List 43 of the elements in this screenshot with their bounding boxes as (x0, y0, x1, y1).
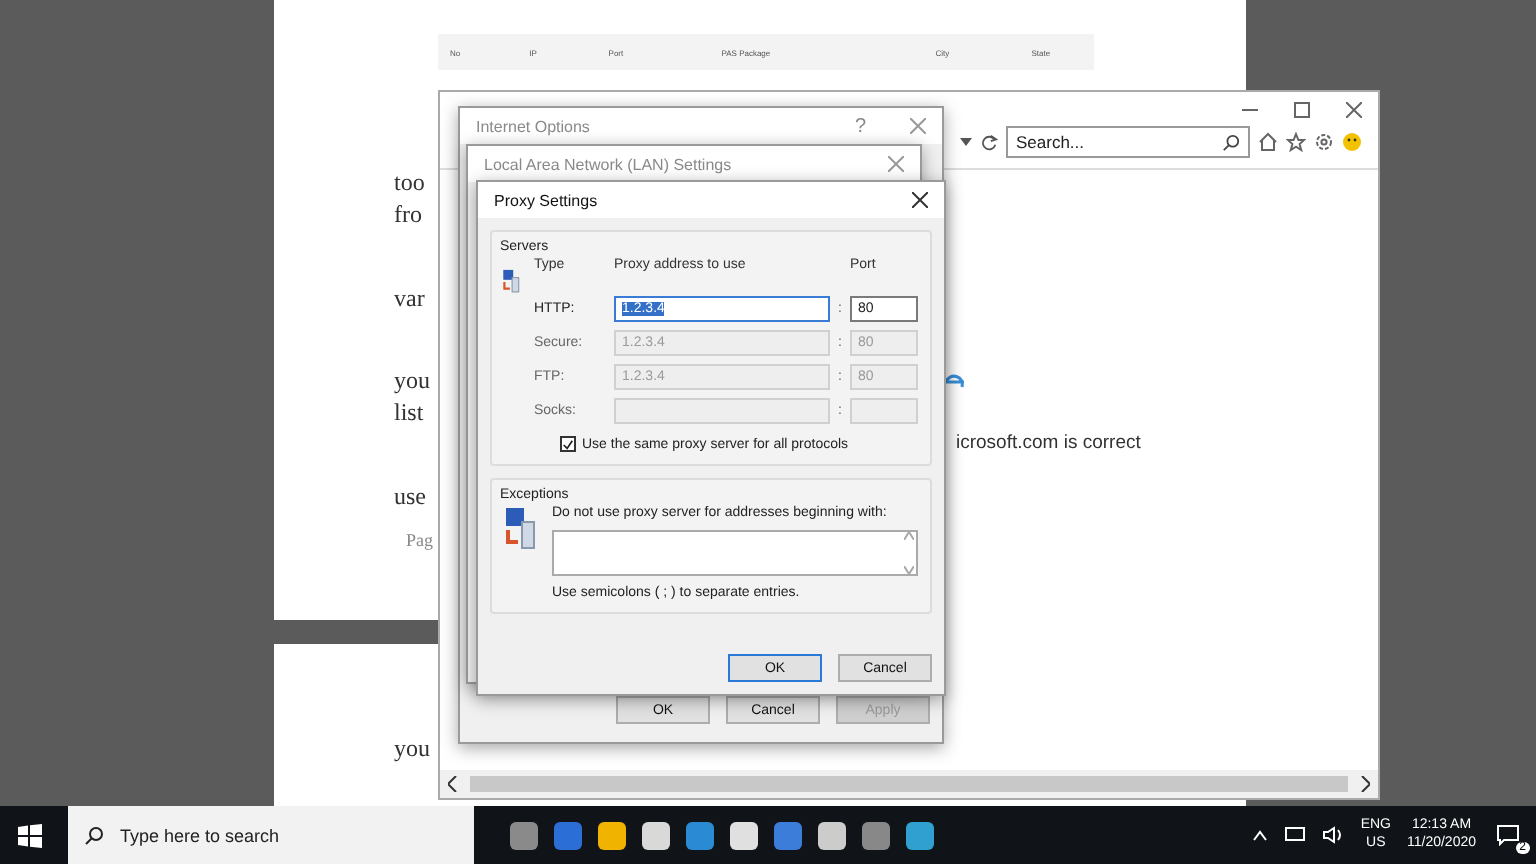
search-icon (84, 825, 104, 845)
app-icon[interactable] (642, 821, 670, 849)
page-label: Pag (406, 530, 433, 550)
app-icon[interactable] (730, 821, 758, 849)
scroll-left-icon[interactable] (448, 776, 458, 792)
scroll-right-icon[interactable] (1360, 776, 1370, 792)
horizontal-scrollbar[interactable] (440, 770, 1378, 798)
app-icon[interactable] (818, 821, 846, 849)
smiley-icon[interactable] (1342, 132, 1362, 152)
caret-icon[interactable] (1252, 829, 1269, 841)
windows-logo-icon (18, 823, 42, 847)
app-icon[interactable] (906, 821, 934, 849)
network-icon[interactable] (1284, 826, 1307, 844)
body-text: you (394, 366, 430, 396)
checkmark-icon (562, 437, 574, 451)
refresh-icon[interactable] (980, 133, 998, 151)
page-text: icrosoft.com is correct (956, 432, 1141, 454)
caret-icon[interactable] (960, 138, 972, 146)
checkbox[interactable] (560, 436, 576, 452)
body-text: use (394, 482, 426, 512)
message-icon (1496, 824, 1520, 846)
dialog-title: Local Area Network (LAN) Settings (484, 155, 732, 173)
volume-icon[interactable] (1322, 826, 1345, 844)
maximize-icon[interactable] (1294, 102, 1310, 118)
home-icon[interactable] (1258, 132, 1278, 152)
app-icon[interactable] (598, 821, 626, 849)
network-computer-icon (500, 506, 540, 554)
gear-icon[interactable] (1314, 132, 1334, 152)
body-text: fro (394, 200, 422, 230)
body-text: you (394, 734, 430, 764)
body-text: list (394, 398, 424, 428)
close-icon[interactable] (912, 192, 928, 208)
help-button[interactable]: ? (854, 115, 866, 137)
body-text: too (394, 168, 425, 198)
port-field[interactable] (850, 398, 918, 424)
close-icon[interactable] (1346, 102, 1362, 118)
dialog-title: Internet Options (476, 117, 590, 135)
search-field[interactable]: Search... (1006, 126, 1250, 158)
star-icon[interactable] (1286, 132, 1306, 152)
taskbar-search-field[interactable]: Type here to search (68, 806, 474, 864)
search-icon (1222, 133, 1240, 151)
dialog-title: Proxy Settings (494, 191, 598, 209)
body-text: var (394, 284, 425, 314)
